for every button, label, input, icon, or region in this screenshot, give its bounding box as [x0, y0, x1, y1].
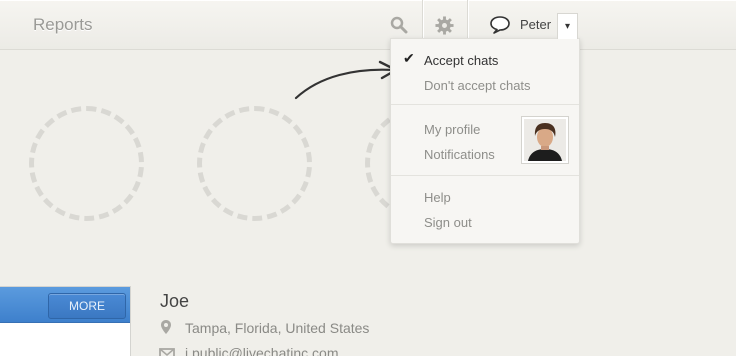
- menu-divider: [391, 175, 579, 176]
- reports-title[interactable]: Reports: [33, 15, 93, 35]
- menu-divider: [391, 104, 579, 105]
- chat-bubble-icon[interactable]: [489, 15, 511, 35]
- menu-item-help[interactable]: Help: [424, 190, 451, 205]
- avatar[interactable]: [522, 117, 568, 163]
- placeholder-circle: [197, 106, 312, 221]
- envelope-icon: [159, 348, 175, 356]
- menu-item-accept-chats[interactable]: Accept chats: [424, 53, 498, 68]
- user-menu-toggle-button[interactable]: ▾: [557, 13, 578, 39]
- visitor-name: Joe: [160, 291, 190, 311]
- visitor-email[interactable]: j.public@livechatinc.com: [185, 345, 339, 356]
- menu-item-dont-accept-chats[interactable]: Don't accept chats: [424, 78, 531, 93]
- chevron-down-icon: ▾: [564, 21, 571, 32]
- user-name[interactable]: Peter: [520, 17, 551, 32]
- chat-panel: MORE: [0, 286, 131, 356]
- menu-item-sign-out[interactable]: Sign out: [424, 215, 472, 230]
- more-button[interactable]: MORE: [48, 293, 126, 319]
- checkmark-icon: ✔: [403, 50, 415, 66]
- gear-icon[interactable]: [434, 15, 454, 35]
- search-icon[interactable]: [389, 15, 409, 35]
- location-pin-icon: [161, 320, 171, 334]
- pointer-arrow-icon: [294, 60, 398, 100]
- menu-item-notifications[interactable]: Notifications: [424, 147, 495, 162]
- top-bar: Reports Peter: [0, 0, 736, 50]
- visitor-location: Tampa, Florida, United States: [185, 320, 370, 336]
- placeholder-circle: [29, 106, 144, 221]
- user-dropdown-menu: ✔ Accept chats Don't accept chats My pro…: [390, 38, 580, 244]
- menu-item-my-profile[interactable]: My profile: [424, 122, 480, 137]
